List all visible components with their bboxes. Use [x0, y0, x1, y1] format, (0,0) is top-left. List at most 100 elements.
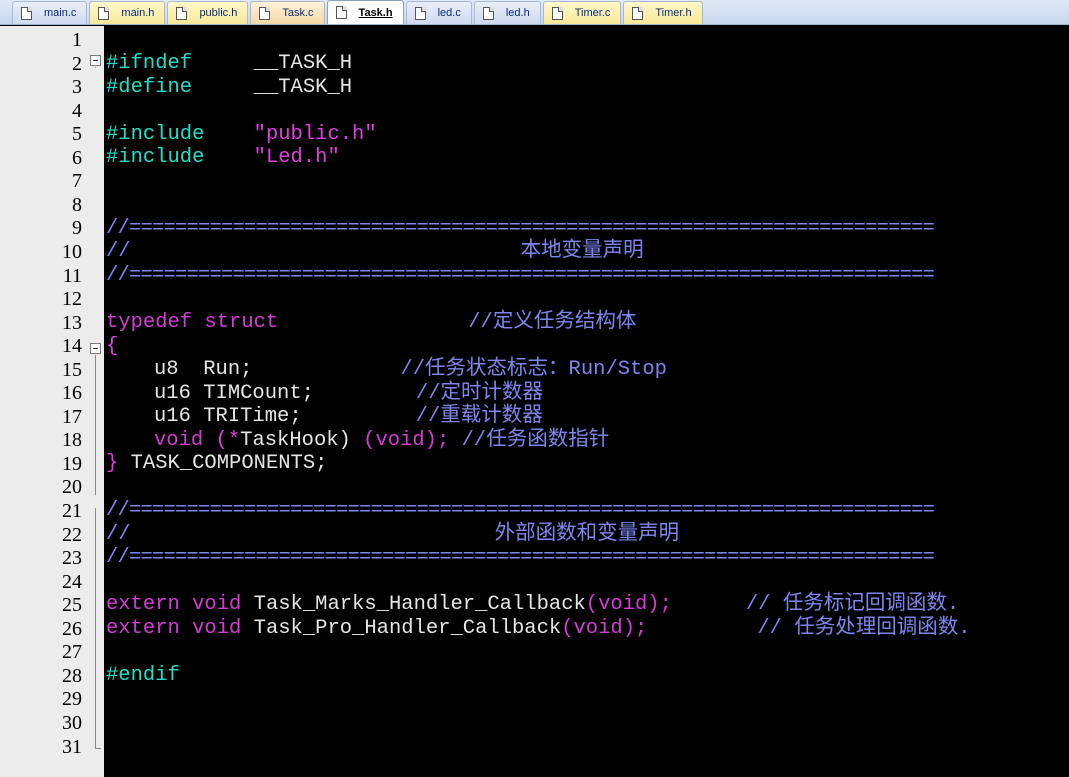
tab-label: Timer.c [574, 7, 611, 19]
line-number: 20 [62, 476, 82, 499]
inline-comment: //任务状态标志：Run/Stop [400, 358, 667, 381]
line-number: 25 [62, 594, 82, 617]
tab-task-c[interactable]: Task.c [250, 1, 325, 24]
line-number: 27 [62, 641, 82, 664]
line-number: 2 [72, 52, 82, 75]
line-number: 30 [62, 711, 82, 734]
args: (void); [585, 593, 672, 616]
macro-name: __TASK_H [253, 76, 353, 99]
section-title-comment: 外部函数和变量声明 [494, 523, 680, 546]
field-type: u16 [154, 382, 191, 405]
inline-comment: //任务函数指针 [461, 429, 610, 452]
code-line-28: #endif [106, 664, 180, 688]
line-number: 1 [72, 29, 82, 51]
fold-guide [95, 355, 96, 495]
line-number: 5 [72, 123, 82, 146]
line-number: 8 [72, 193, 82, 216]
include-file: "public.h" [253, 123, 377, 146]
inline-comment: // 任务处理回调函数. [757, 617, 971, 640]
field-name: Run; [203, 358, 253, 381]
code-line-18: void (*TaskHook) (void); //任务函数指针 [106, 429, 609, 453]
line-number: 19 [62, 452, 82, 475]
line-number: 6 [72, 146, 82, 169]
code-line-26: extern void Task_Pro_Handler_Callback(vo… [106, 617, 971, 641]
tab-label: main.c [44, 7, 77, 19]
tab-timer-h[interactable]: Timer.h [623, 1, 703, 24]
line-number: 3 [72, 76, 82, 99]
code-line-15: u8 Run; //任务状态标志：Run/Stop [106, 358, 667, 382]
document-icon [21, 6, 32, 20]
include-file: "Led.h" [253, 146, 340, 169]
line-number: 29 [62, 688, 82, 711]
line-number: 26 [62, 617, 82, 640]
typedef-keyword: typedef struct [106, 311, 279, 334]
code-line-25: extern void Task_Marks_Handler_Callback(… [106, 593, 959, 617]
args: (void); [363, 429, 450, 452]
line-number: 22 [62, 523, 82, 546]
code-line-14: { [106, 335, 118, 359]
tab-led-c[interactable]: led.c [405, 1, 472, 24]
code-line-21: //======================================… [106, 499, 935, 523]
tab-task-h[interactable]: Task.h [326, 0, 404, 24]
field-type: u8 [154, 358, 179, 381]
paren: (* [215, 429, 241, 452]
extern-keyword: extern void [106, 593, 242, 616]
function-name: Task_Pro_Handler_Callback [253, 617, 562, 640]
fold-minus-icon[interactable] [90, 343, 101, 354]
line-number: 21 [62, 500, 82, 522]
line-number: 18 [62, 429, 82, 452]
preprocessor-directive: #include [106, 146, 205, 169]
code-line-5: #include "public.h" [106, 123, 377, 147]
fold-minus-icon[interactable] [90, 55, 101, 66]
document-icon [176, 6, 188, 20]
type-name: TASK_COMPONENTS; [130, 452, 328, 475]
tab-main-c[interactable]: main.c [12, 1, 88, 24]
document-icon [414, 6, 426, 20]
document-icon [632, 6, 644, 20]
preprocessor-directive: #define [106, 76, 193, 99]
line-number: 31 [62, 735, 82, 758]
preprocessor-directive: #ifndef [106, 52, 193, 75]
inline-comment: //重载计数器 [415, 405, 543, 428]
tab-led-h[interactable]: led.h [473, 1, 541, 24]
code-line-16: u16 TIMCount; //定时计数器 [106, 382, 543, 406]
line-number: 14 [62, 335, 82, 358]
code-line-6: #include "Led.h" [106, 146, 340, 170]
document-icon [259, 6, 271, 20]
line-number: 17 [62, 405, 82, 428]
tab-label: Task.c [282, 7, 314, 19]
inline-comment: //定义任务结构体 [468, 311, 637, 334]
line-number: 24 [62, 570, 82, 593]
code-editor[interactable]: #ifndef __TASK_H #define __TASK_H #inclu… [104, 26, 1069, 777]
line-number: 11 [62, 264, 82, 287]
tab-public-h[interactable]: public.h [167, 1, 249, 24]
line-number: 9 [72, 217, 82, 240]
comment-prefix: // [106, 523, 131, 546]
brace: { [106, 335, 119, 358]
inline-comment: // 任务标记回调函数. [745, 593, 960, 616]
line-number: 23 [62, 547, 82, 570]
tab-label: Timer.h [655, 7, 692, 19]
code-line-2: #ifndef __TASK_H [106, 52, 352, 76]
section-title-comment: 本地变量声明 [520, 240, 644, 263]
preprocessor-directive: #include [106, 123, 205, 146]
line-number: 13 [62, 311, 82, 334]
code-line-19: } TASK_COMPONENTS; [106, 452, 327, 476]
fold-end-marker [95, 748, 101, 749]
file-tab-bar: main.c main.h public.h Task.c Task.h led… [0, 0, 1069, 25]
field-type: u16 [154, 405, 191, 428]
tab-label: led.c [437, 7, 461, 19]
code-line-17: u16 TRITime; //重载计数器 [106, 405, 543, 429]
separator-comment: //======================================… [106, 546, 935, 569]
preprocessor-directive: #endif [106, 664, 180, 687]
document-icon [98, 6, 110, 20]
code-line-23: //======================================… [106, 546, 935, 570]
tab-label: main.h [121, 7, 155, 19]
line-number-gutter: 1 2 3 4 5 6 7 8 9 10 11 12 13 14 15 16 17 18 19 20 21 22 23 24 2… [0, 26, 104, 777]
separator-comment: //======================================… [106, 217, 935, 240]
line-number: 4 [72, 99, 82, 122]
tab-main-h[interactable]: main.h [89, 1, 166, 24]
line-number: 28 [62, 664, 82, 687]
function-name: Task_Marks_Handler_Callback [253, 593, 586, 616]
tab-timer-c[interactable]: Timer.c [542, 1, 622, 24]
